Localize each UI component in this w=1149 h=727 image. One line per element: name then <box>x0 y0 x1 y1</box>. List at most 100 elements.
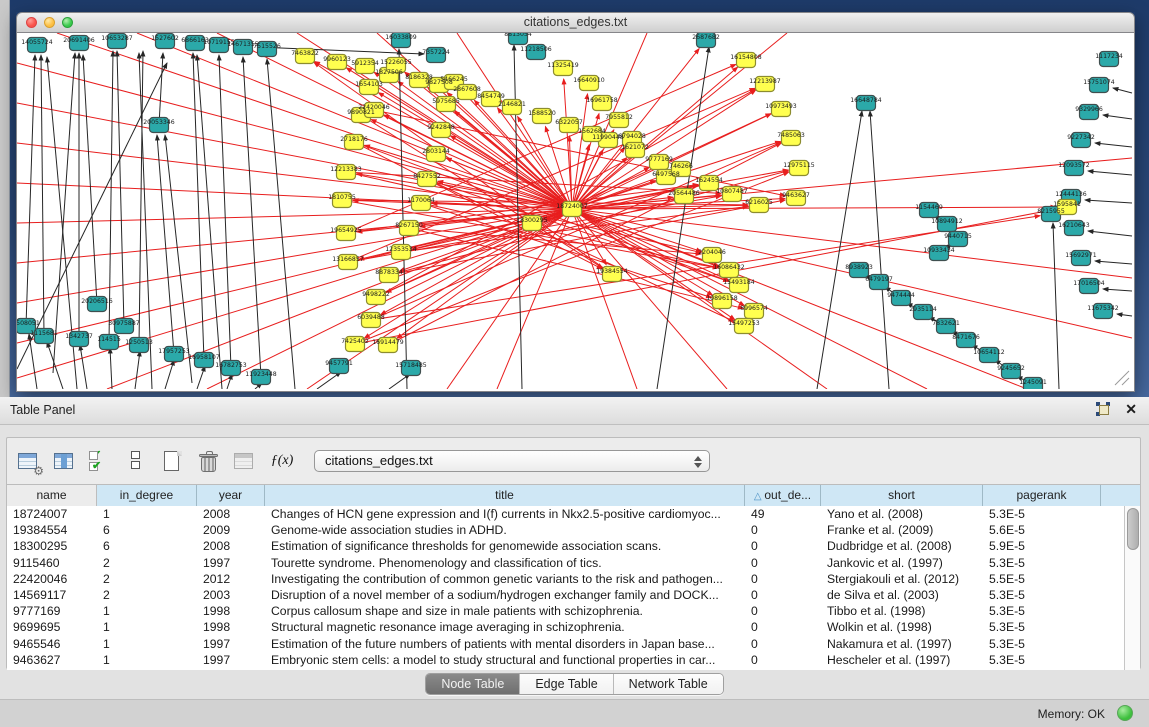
scrollbar-thumb[interactable] <box>1127 508 1139 550</box>
float-panel-icon[interactable] <box>1096 402 1111 417</box>
graph-node-label: 7463822 <box>291 50 319 57</box>
table-cell: 2009 <box>197 522 265 538</box>
column-header-year[interactable]: year <box>197 485 265 506</box>
network-table-dropdown[interactable]: citations_edges.txt <box>314 450 710 472</box>
column-header-short[interactable]: short <box>821 485 983 506</box>
table-cell: Wolkin et al. (1998) <box>821 619 983 635</box>
column-header-title[interactable]: title <box>265 485 745 506</box>
new-document-icon[interactable] <box>159 448 186 475</box>
select-rows-icon[interactable] <box>87 448 114 475</box>
node-table: namein_degreeyeartitle△ out_de...shortpa… <box>7 484 1140 670</box>
table-settings-icon[interactable]: ⚙ <box>15 448 42 475</box>
graph-node-label: 7357224 <box>422 49 450 56</box>
function-icon[interactable]: ƒ(x) <box>267 448 297 475</box>
table-cell: Genome-wide association studies in ADHD. <box>265 522 745 538</box>
minimize-window-icon[interactable] <box>44 17 55 28</box>
graph-node-label: 1562684 <box>578 128 606 135</box>
graph-node-label: 746266 <box>669 163 693 170</box>
graph-node-label: 15692971 <box>1065 252 1097 259</box>
delete-icon[interactable] <box>195 448 222 475</box>
graph-node-label: 8996574 <box>740 305 768 312</box>
table-row[interactable]: 1938455462009Genome-wide association stu… <box>7 522 1125 538</box>
graph-node-label: 8938923 <box>845 264 873 271</box>
table-cell: 0 <box>745 522 821 538</box>
graph-node-label: 9329966 <box>1075 106 1103 113</box>
table-cell: Estimation of the future numbers of pati… <box>265 636 745 652</box>
network-graph[interactable]: 1405572420691406106532871527602686616310… <box>17 33 1134 389</box>
graph-node-label: 16958107 <box>188 354 220 361</box>
graph-node-label: 1827506 <box>375 69 403 76</box>
graph-node-label: 6322057 <box>555 119 583 126</box>
table-column-icon[interactable] <box>51 448 78 475</box>
table-cell: 2008 <box>197 506 265 522</box>
graph-node-label: 1624554 <box>695 177 723 184</box>
graph-node-label: 12093572 <box>1058 162 1090 169</box>
graph-node-label: 12353534 <box>385 246 417 253</box>
tab-network-table[interactable]: Network Table <box>614 674 723 694</box>
graph-node-label: 114515 <box>97 336 121 343</box>
table-cell: 18300295 <box>7 538 97 554</box>
graph-node-label: 10933434 <box>923 247 955 254</box>
window-titlebar[interactable]: citations_edges.txt <box>16 12 1135 33</box>
table-cell: 18724007 <box>7 506 97 522</box>
table-row[interactable]: 946362711997Embryonic stem cells: a mode… <box>7 652 1125 668</box>
graph-node-label: 5466245 <box>440 76 468 83</box>
tab-edge-table[interactable]: Edge Table <box>520 674 613 694</box>
graph-node-label: 1117234 <box>1095 53 1123 60</box>
graph-node-label: 15226055 <box>380 59 412 66</box>
table-row[interactable]: 946554611997Estimation of the future num… <box>7 636 1125 652</box>
table-cell: 2 <box>97 555 197 571</box>
graph-node-label: 5975685 <box>432 98 460 105</box>
table-cell: 1 <box>97 619 197 635</box>
graph-node-label: 22420046 <box>358 104 390 111</box>
table-panel-header[interactable]: Table Panel ✕ <box>0 397 1149 425</box>
table-row[interactable]: 1456911722003Disruption of a novel membe… <box>7 587 1125 603</box>
zoom-window-icon[interactable] <box>62 17 73 28</box>
close-window-icon[interactable] <box>26 17 37 28</box>
table-cell: 19384554 <box>7 522 97 538</box>
graph-node-label: 8186328 <box>405 74 433 81</box>
graph-node-label: 7955812 <box>605 114 633 121</box>
graph-node-label: 9242848 <box>427 124 455 131</box>
table-scrollbar[interactable] <box>1124 506 1140 670</box>
column-header-in_degree[interactable]: in_degree <box>97 485 197 506</box>
table-cell: 5.9E-5 <box>983 538 1101 554</box>
column-header-pagerank[interactable]: pagerank <box>983 485 1101 506</box>
network-view-window[interactable]: citations_edges.txt 14055724206914061065… <box>16 12 1135 392</box>
window-title: citations_edges.txt <box>17 13 1134 32</box>
graph-node-label: 8215955 <box>1037 208 1065 215</box>
graph-node-label: 10807487 <box>716 188 748 195</box>
column-header-name[interactable]: name <box>7 485 97 506</box>
table-cell: Estimation of significance thresholds fo… <box>265 538 745 554</box>
graph-node-label: 8471676 <box>952 334 980 341</box>
table-cell: Investigating the contribution of common… <box>265 571 745 587</box>
table-row[interactable]: 977716911998Corpus callosum shape and si… <box>7 603 1125 619</box>
tab-node-table[interactable]: Node Table <box>426 674 520 694</box>
table-row[interactable]: 969969511998Structural magnetic resonanc… <box>7 619 1125 635</box>
table-cell: Dudbridge et al. (2008) <box>821 538 983 554</box>
graph-node-label: 9960123 <box>323 56 351 63</box>
table-row[interactable]: 1872400712008Changes of HCN gene express… <box>7 506 1125 522</box>
column-header-out_de[interactable]: △ out_de... <box>745 485 821 506</box>
table-type-tabs: Node TableEdge TableNetwork Table <box>425 673 723 695</box>
table-row[interactable]: 911546021997Tourette syndrome. Phenomeno… <box>7 555 1125 571</box>
close-panel-icon[interactable]: ✕ <box>1125 402 1137 417</box>
table-row[interactable]: 2242004622012Investigating the contribut… <box>7 571 1125 587</box>
graph-node-label: 15493184 <box>723 279 755 286</box>
graph-node-label: 14055724 <box>21 39 53 46</box>
table-cell: 2012 <box>197 571 265 587</box>
graph-node-label: 18724007 <box>556 203 588 210</box>
table-cell: 6 <box>97 538 197 554</box>
graph-node-label: 9474444 <box>887 292 915 299</box>
rows-icon[interactable] <box>123 448 150 475</box>
network-canvas[interactable]: 1405572420691406106532871527602686616310… <box>16 33 1135 392</box>
table-row[interactable]: 1830029562008Estimation of significance … <box>7 538 1125 554</box>
table-cell: Jankovic et al. (1997) <box>821 555 983 571</box>
graph-node-label: 2935114 <box>909 306 937 313</box>
graph-node-label: 12444136 <box>1055 191 1087 198</box>
graph-node-label: 9498222 <box>362 291 390 298</box>
status-bar: Memory: OK <box>0 699 1149 727</box>
graph-node-label: 1170064 <box>407 197 435 204</box>
graph-node-label: 16210643 <box>1058 222 1090 229</box>
graph-node-label: 17957253 <box>158 348 190 355</box>
